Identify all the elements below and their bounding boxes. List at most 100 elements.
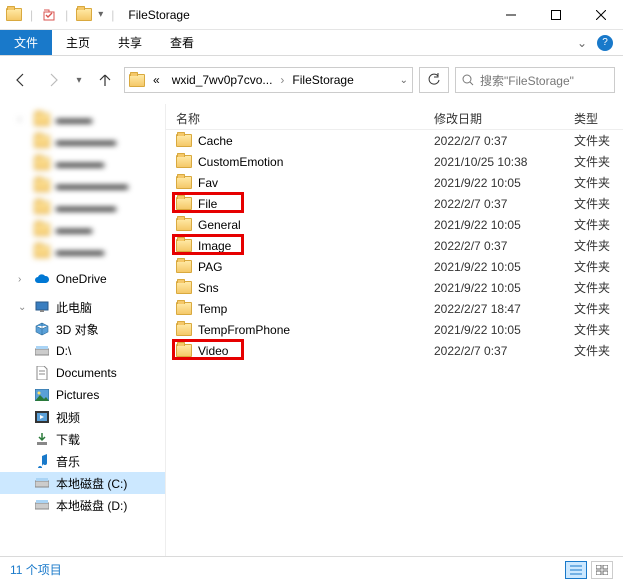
table-row[interactable]: TempFromPhone2021/9/22 10:05文件夹 [166, 319, 623, 340]
drive-icon [34, 497, 50, 513]
folder-icon [176, 176, 192, 189]
sidebar-item-blurred[interactable]: ▬▬▬▬▬▬ [0, 174, 165, 196]
separator: | [30, 8, 33, 22]
sidebar-item-drive-d2[interactable]: 本地磁盘 (D:) [0, 494, 165, 516]
chevron-right-icon[interactable]: › [280, 73, 284, 87]
up-button[interactable] [92, 67, 118, 93]
table-row[interactable]: File2022/2/7 0:37文件夹 [166, 193, 623, 214]
address-dropdown-icon[interactable]: ⌄ [400, 75, 408, 86]
forward-button[interactable] [40, 67, 66, 93]
ribbon: 文件 主页 共享 查看 ⌄ ? [0, 30, 623, 56]
close-button[interactable] [578, 0, 623, 30]
body: ›▬▬▬ ▬▬▬▬▬ ▬▬▬▬ ▬▬▬▬▬▬ ▬▬▬▬▬ ▬▬▬ ▬▬▬▬ ›O… [0, 104, 623, 556]
sidebar-item-3dobjects[interactable]: 3D 对象 [0, 318, 165, 340]
file-name: Temp [198, 302, 227, 316]
sidebar-item-blurred[interactable]: ›▬▬▬ [0, 108, 165, 130]
file-date: 2022/2/7 0:37 [424, 239, 564, 253]
table-row[interactable]: Cache2022/2/7 0:37文件夹 [166, 130, 623, 151]
address-bar[interactable]: « wxid_7wv0p7cvo... › FileStorage ⌄ [124, 67, 413, 93]
details-view-button[interactable] [565, 561, 587, 579]
sidebar-item-blurred[interactable]: ▬▬▬ [0, 218, 165, 240]
file-list: 名称 修改日期 类型 Cache2022/2/7 0:37文件夹CustomEm… [165, 104, 623, 556]
folder-icon [6, 7, 22, 23]
sidebar-item-label: 此电脑 [56, 299, 92, 316]
file-type: 文件夹 [564, 153, 623, 170]
table-row[interactable]: CustomEmotion2021/10/25 10:38文件夹 [166, 151, 623, 172]
table-row[interactable]: Image2022/2/7 0:37文件夹 [166, 235, 623, 256]
back-button[interactable] [8, 67, 34, 93]
table-row[interactable]: Video2022/2/7 0:37文件夹 [166, 340, 623, 361]
sidebar-blurred-group: ›▬▬▬ ▬▬▬▬▬ ▬▬▬▬ ▬▬▬▬▬▬ ▬▬▬▬▬ ▬▬▬ ▬▬▬▬ [0, 108, 165, 262]
file-type: 文件夹 [564, 300, 623, 317]
sidebar-item-blurred[interactable]: ▬▬▬▬▬ [0, 196, 165, 218]
file-type: 文件夹 [564, 132, 623, 149]
ribbon-expand-icon[interactable]: ⌄ [577, 36, 587, 50]
folder-icon [176, 323, 192, 336]
minimize-button[interactable] [488, 0, 533, 30]
folder-icon [176, 218, 192, 231]
file-type: 文件夹 [564, 237, 623, 254]
sidebar-item-label: D:\ [56, 344, 71, 358]
recent-dropdown-icon[interactable]: ▾ [72, 67, 86, 93]
file-date: 2022/2/7 0:37 [424, 344, 564, 358]
maximize-button[interactable] [533, 0, 578, 30]
sidebar-item-blurred[interactable]: ▬▬▬▬ [0, 152, 165, 174]
column-name[interactable]: 名称 [166, 110, 424, 127]
titlebar: | | ▾ | FileStorage [0, 0, 623, 30]
separator: | [111, 8, 114, 22]
sidebar-item-label: 3D 对象 [56, 321, 99, 338]
file-date: 2021/10/25 10:38 [424, 155, 564, 169]
file-type: 文件夹 [564, 258, 623, 275]
file-date: 2022/2/7 0:37 [424, 197, 564, 211]
sidebar-item-onedrive[interactable]: ›OneDrive [0, 268, 165, 290]
tab-share[interactable]: 共享 [104, 30, 156, 55]
file-name: PAG [198, 260, 222, 274]
sidebar-item-drive-c[interactable]: 本地磁盘 (C:) [0, 472, 165, 494]
help-icon[interactable]: ? [597, 35, 613, 51]
file-date: 2022/2/7 0:37 [424, 134, 564, 148]
refresh-button[interactable] [419, 67, 449, 93]
file-date: 2021/9/22 10:05 [424, 260, 564, 274]
sidebar-item-pictures[interactable]: Pictures [0, 384, 165, 406]
table-row[interactable]: General2021/9/22 10:05文件夹 [166, 214, 623, 235]
folder-icon [176, 197, 192, 210]
table-row[interactable]: Temp 2022/2/27 18:47文件夹 [166, 298, 623, 319]
folder-icon [176, 302, 192, 315]
column-date[interactable]: 修改日期 [424, 110, 564, 127]
search-input[interactable]: 搜索"FileStorage" [455, 67, 615, 93]
qat-dropdown-icon[interactable]: ▾ [98, 9, 103, 20]
sidebar-item-label: OneDrive [56, 272, 107, 286]
column-headers: 名称 修改日期 类型 [166, 104, 623, 130]
file-date: 2022/2/27 18:47 [424, 302, 564, 316]
icons-view-button[interactable] [591, 561, 613, 579]
column-type[interactable]: 类型 [564, 110, 623, 127]
folder-icon [176, 260, 192, 273]
file-type: 文件夹 [564, 195, 623, 212]
sidebar-item-documents[interactable]: Documents [0, 362, 165, 384]
sidebar: ›▬▬▬ ▬▬▬▬▬ ▬▬▬▬ ▬▬▬▬▬▬ ▬▬▬▬▬ ▬▬▬ ▬▬▬▬ ›O… [0, 104, 165, 556]
sidebar-item-label: Pictures [56, 388, 99, 402]
status-bar: 11 个项目 [0, 556, 623, 582]
sidebar-item-blurred[interactable]: ▬▬▬▬ [0, 240, 165, 262]
table-row[interactable]: Fav2021/9/22 10:05文件夹 [166, 172, 623, 193]
breadcrumb[interactable]: wxid_7wv0p7cvo... [168, 73, 277, 87]
sidebar-item-drive-d[interactable]: D:\ [0, 340, 165, 362]
folder-icon [176, 134, 192, 147]
sidebar-item-thispc[interactable]: ⌄此电脑 [0, 296, 165, 318]
sidebar-item-videos[interactable]: 视频 [0, 406, 165, 428]
search-icon [462, 74, 474, 86]
file-name: General [198, 218, 241, 232]
check-icon[interactable] [41, 7, 57, 23]
tab-home[interactable]: 主页 [52, 30, 104, 55]
sidebar-item-downloads[interactable]: 下载 [0, 428, 165, 450]
sidebar-item-music[interactable]: 音乐 [0, 450, 165, 472]
table-row[interactable]: Sns2021/9/22 10:05文件夹 [166, 277, 623, 298]
tab-file[interactable]: 文件 [0, 30, 52, 55]
tab-view[interactable]: 查看 [156, 30, 208, 55]
sidebar-item-label: 本地磁盘 (D:) [56, 497, 127, 514]
table-row[interactable]: PAG 2021/9/22 10:05文件夹 [166, 256, 623, 277]
drive-icon [34, 475, 50, 491]
breadcrumb[interactable]: FileStorage [288, 73, 357, 87]
breadcrumb-prefix[interactable]: « [149, 73, 164, 87]
sidebar-item-blurred[interactable]: ▬▬▬▬▬ [0, 130, 165, 152]
